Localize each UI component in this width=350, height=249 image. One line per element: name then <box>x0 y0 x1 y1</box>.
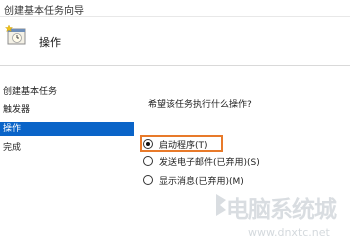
step-trigger[interactable]: 触发器 <box>0 103 134 117</box>
radio-show-message[interactable] <box>143 175 153 185</box>
wizard-header: 操作 <box>0 17 350 66</box>
step-action[interactable]: 操作 <box>0 122 134 136</box>
action-question: 希望该任务执行什么操作? <box>148 100 252 110</box>
option-show-message[interactable]: 显示消息(已弃用)(M) <box>143 172 244 188</box>
option-show-message-label: 显示消息(已弃用)(M) <box>159 176 244 187</box>
page-heading: 操作 <box>39 36 61 49</box>
scheduled-task-wizard-icon <box>5 24 26 45</box>
window-title: 创建基本任务向导 <box>4 6 84 17</box>
option-send-email[interactable]: 发送电子邮件(已弃用)(S) <box>143 153 260 169</box>
option-send-email-label: 发送电子邮件(已弃用)(S) <box>159 157 260 168</box>
option-start-program-label: 启动程序(T) <box>159 140 208 151</box>
radio-start-program[interactable] <box>143 139 153 149</box>
radio-send-email[interactable] <box>143 156 153 166</box>
option-start-program[interactable]: 启动程序(T) <box>143 136 208 152</box>
step-finish[interactable]: 完成 <box>0 141 134 155</box>
title-bar: 创建基本任务向导 <box>0 0 350 17</box>
action-content: 希望该任务执行什么操作? 启动程序(T) 发送电子邮件(已弃用)(S) 显示消息… <box>135 66 350 249</box>
step-create-basic-task[interactable]: 创建基本任务 <box>0 85 134 99</box>
